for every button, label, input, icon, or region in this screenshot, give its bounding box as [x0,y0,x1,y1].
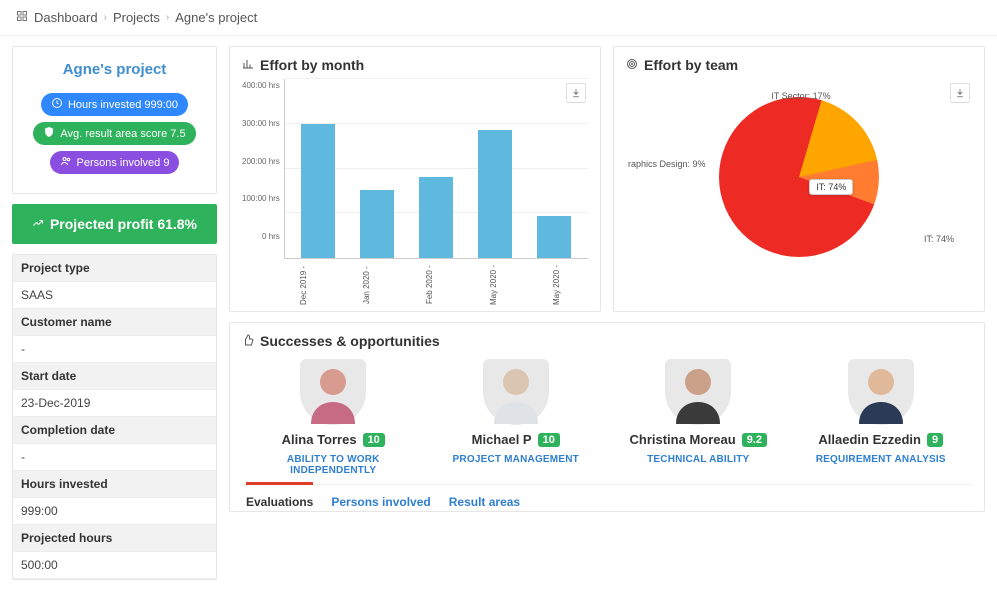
shield-icon [43,126,55,141]
x-tick: Dec 2019 - [299,265,308,305]
x-tick: Feb 2020 - [425,265,434,305]
bar [360,190,394,258]
tab-evaluations[interactable]: Evaluations [246,482,313,511]
fact-value-project-type: SAAS [13,282,216,309]
breadcrumb-dashboard[interactable]: Dashboard [34,10,98,25]
avatar [665,359,731,425]
target-icon [626,57,638,73]
bar [537,216,571,259]
y-tick: 300:00 hrs [242,119,280,128]
successes-opportunities-panel: Successes & opportunities Alina Torres 10… [229,322,985,512]
person-name: Christina Moreau [630,432,736,447]
pie-label-it: IT: 74% [924,234,954,244]
bar [419,177,453,258]
y-tick: 100:00 hrs [242,194,280,203]
fact-value-start-date: 23-Dec-2019 [13,390,216,417]
pie-tooltip: IT: 74% [809,179,853,195]
clock-icon [51,97,63,112]
projected-profit-banner: Projected profit 61.8% [12,204,217,244]
chevron-right-icon: › [166,12,169,23]
y-tick: 400:00 hrs [242,81,280,90]
breadcrumb-current: Agne's project [175,10,257,25]
avatar [483,359,549,425]
effort-by-team-panel: Effort by team IT Sector: 17% raphics De… [613,46,985,312]
person-card[interactable]: Allaedin Ezzedin 9 REQUIREMENT ANALYSIS [796,355,966,476]
tabs: Evaluations Persons involved Result area… [242,484,972,511]
x-tick: May 2020 - [552,265,561,305]
avg-score-badge: Avg. result area score 7.5 [33,122,195,145]
projected-profit-text: Projected profit 61.8% [50,216,197,232]
bar-chart: 400:00 hrs 300:00 hrs 200:00 hrs 100:00 hrs… [242,79,588,259]
fact-label-completion-date: Completion date [13,417,216,444]
chevron-right-icon: › [104,12,107,23]
bar [301,124,335,258]
effort-by-month-panel: Effort by month 400:00 hrs 300:00 hrs 200:… [229,46,601,312]
person-skill: ABILITY TO WORK INDEPENDENTLY [248,454,418,476]
x-tick: May 2020 - [489,265,498,305]
persons-involved-text: Persons involved 9 [77,157,170,169]
y-tick: 0 hrs [242,232,280,241]
y-tick: 200:00 hrs [242,157,280,166]
person-score: 9 [927,433,943,447]
pie-label-it-sector: IT Sector: 17% [771,91,830,101]
persons-involved-badge: Persons involved 9 [50,151,180,174]
effort-by-team-title: Effort by team [644,57,738,73]
person-score: 10 [538,433,560,447]
person-name: Michael P [472,432,532,447]
person-score: 9.2 [742,433,767,447]
hours-invested-text: Hours invested 999:00 [68,99,178,111]
person-card[interactable]: Alina Torres 10 ABILITY TO WORK INDEPENDE… [248,355,418,476]
pie-label-graphics-design: raphics Design: 9% [628,159,706,169]
fact-value-completion-date: - [13,444,216,471]
person-score: 10 [363,433,385,447]
breadcrumb: Dashboard › Projects › Agne's project [0,0,997,36]
bar [478,130,512,258]
trend-up-icon [32,216,44,232]
x-tick: Jan 2020 - [362,265,371,305]
users-icon [60,155,72,170]
fact-value-hours-invested: 999:00 [13,498,216,525]
pie-chart: IT Sector: 17% raphics Design: 9% IT: 74… [626,79,972,274]
fact-label-customer-name: Customer name [13,309,216,336]
person-card[interactable]: Michael P 10 PROJECT MANAGEMENT [431,355,601,476]
avatar [848,359,914,425]
fact-label-hours-invested: Hours invested [13,471,216,498]
avatar [300,359,366,425]
person-name: Alina Torres [282,432,357,447]
hours-invested-badge: Hours invested 999:00 [41,93,188,116]
effort-by-month-title: Effort by month [260,57,364,73]
bar-chart-icon [242,57,254,73]
avg-score-text: Avg. result area score 7.5 [60,128,185,140]
fact-label-projected-hours: Projected hours [13,525,216,552]
fact-value-customer-name: - [13,336,216,363]
tab-persons-involved[interactable]: Persons involved [331,495,430,511]
successes-title: Successes & opportunities [260,333,440,349]
fact-value-projected-hours: 500:00 [13,552,216,579]
person-skill: PROJECT MANAGEMENT [431,454,601,465]
tab-result-areas[interactable]: Result areas [449,495,520,511]
breadcrumb-projects[interactable]: Projects [113,10,160,25]
person-name: Allaedin Ezzedin [818,432,921,447]
project-summary-card: Agne's project Hours invested 999:00 Avg… [12,46,217,194]
fact-label-project-type: Project type [13,255,216,282]
thumbs-up-icon [242,333,254,349]
project-facts: Project type SAAS Customer name - Start … [12,254,217,580]
person-card[interactable]: Christina Moreau 9.2 TECHNICAL ABILITY [613,355,783,476]
project-title: Agne's project [23,61,206,78]
person-skill: REQUIREMENT ANALYSIS [796,454,966,465]
person-skill: TECHNICAL ABILITY [613,454,783,465]
fact-label-start-date: Start date [13,363,216,390]
grid-icon [16,10,28,25]
